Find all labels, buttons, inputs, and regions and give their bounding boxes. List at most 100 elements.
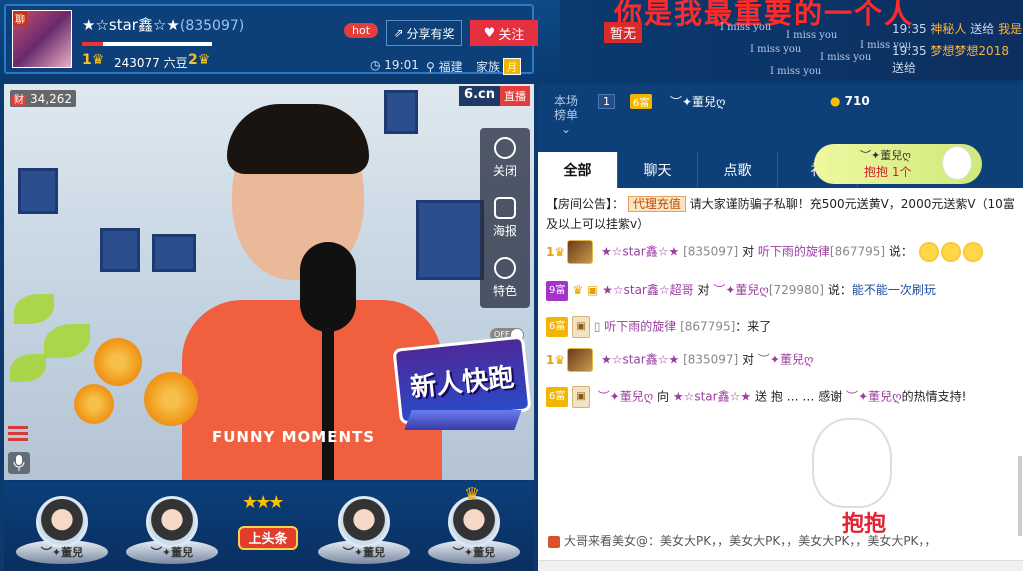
decor-leaf (10, 354, 46, 382)
chat-message: 1♛ ★☆star鑫☆★ [835097] 对 听下雨的旋律[867795] 说… (546, 240, 983, 264)
rank-user-name[interactable]: ︶✦董兒ღ (670, 93, 726, 110)
chat-target[interactable]: 听下雨的旋律 (758, 245, 830, 259)
guest-seat[interactable]: ︶✦董兒 (14, 488, 110, 566)
live-time: ◷ 19:01 (370, 58, 419, 72)
wealth-badge: 财 (12, 95, 26, 106)
chat-panel: 本场榜单 ⌄ 1 6富 ︶✦董兒ღ ● 710 全部 聊天 点歌 礼 ︶✦董兒ღ… (538, 84, 1023, 571)
guest-seat[interactable]: ♛ ︶✦董兒 (426, 484, 522, 566)
heart-icon: ♥ (483, 25, 496, 41)
input-bar[interactable] (538, 560, 1023, 571)
chat-message: 6富 ▣ ︶✦董兒ღ 向 ★☆star鑫☆★ 送 抱 … … 感谢 ︶✦董兒ღ的热… (546, 386, 1016, 408)
user-avatar[interactable] (567, 240, 594, 264)
tool-label: 关闭 (492, 164, 517, 178)
system-note-text: 大哥来看美女@：美女大PK，，美女大PK，，美女大PK，，美女大PK，， (564, 534, 937, 548)
decor-flower (94, 338, 142, 386)
decor-flower (144, 372, 198, 426)
wealth-level-badge: 6富 (546, 317, 569, 337)
chat-target[interactable]: ★☆star鑫☆★ (673, 390, 751, 404)
level-crown: 1♛ (546, 244, 566, 259)
chat-uid: [835097] (683, 352, 739, 367)
rank-title[interactable]: 本场榜单 ⌄ (552, 94, 580, 136)
ticker-target[interactable]: 我是 (998, 22, 1022, 36)
level-left-num: 1 (82, 52, 92, 68)
poster-button[interactable]: 海报 (480, 188, 530, 248)
ticker-text: 送给 (970, 22, 995, 36)
chevron-down-icon: ⌄ (560, 122, 572, 136)
missyou-text: I miss you (720, 22, 772, 33)
tab-songs[interactable]: 点歌 (698, 152, 778, 188)
chat-badge: 聊 (13, 11, 27, 26)
crown-icon: ♛ (91, 52, 105, 68)
anchor-avatar[interactable]: 聊 (12, 10, 72, 68)
hot-badge[interactable]: hot (344, 23, 379, 38)
chat-target-uid: [729980] (768, 283, 824, 297)
hug-gift-animation: 抱抱 (802, 418, 912, 548)
wall-picture (100, 228, 140, 272)
mic-icon[interactable] (8, 452, 30, 474)
share-button[interactable]: ⇗ 分享有奖 (386, 20, 462, 46)
promo-base (404, 410, 522, 430)
emoji-icon (962, 242, 983, 262)
chat-user[interactable]: 听下雨的旋律 (604, 320, 676, 334)
headline-button[interactable]: ★★★ 上头条 (234, 492, 304, 562)
ticker-user[interactable]: 梦想梦想2018 (930, 44, 1009, 58)
level-left: 1♛ (82, 52, 104, 68)
chat-user[interactable]: ★☆star鑫☆★ (601, 353, 679, 367)
missyou-text: I miss you (750, 44, 802, 55)
chat-user[interactable]: ★☆star鑫☆★ (601, 245, 679, 259)
location-text: 福建 (438, 60, 463, 74)
decor-leaf (14, 294, 54, 324)
guest-name: ︶✦董兒 (150, 546, 194, 559)
chat-target[interactable]: ︶✦董兒ღ (758, 353, 814, 367)
tab-all[interactable]: 全部 (538, 152, 618, 188)
tool-label: 特色 (492, 284, 517, 298)
chat-user[interactable]: ★☆star鑫☆超哥 (602, 283, 694, 297)
menu-icon[interactable] (8, 426, 28, 446)
crown-icon: ♛ (464, 484, 481, 505)
guest-avatar (338, 496, 390, 548)
power-icon (494, 137, 516, 159)
share-icon: ⇗ (393, 26, 404, 40)
chat-target[interactable]: ︶✦董兒ღ (713, 283, 769, 297)
chat-message: 9富 ♛ ▣ ★☆star鑫☆超哥 对 ︶✦董兒ღ[729980] 说：能不能一次… (546, 280, 936, 301)
chat-thanks-user[interactable]: ︶✦董兒ღ (846, 390, 902, 404)
level-num: 1 (546, 244, 555, 259)
follow-label: 关注 (498, 27, 525, 43)
live-video[interactable]: FUNNY MOMENTS 财 34,262 6.cn 直播 关闭 海报 特色 OF… (4, 84, 534, 480)
site-logo: 6.cn 直播 (459, 86, 530, 106)
chat-user[interactable]: ︶✦董兒ღ (598, 390, 654, 404)
anchor-name-text: ★☆star鑫☆★ (82, 16, 180, 34)
cat-icon (812, 418, 892, 508)
family-label[interactable]: 家族 (476, 58, 500, 75)
feature-button[interactable]: 特色 (480, 248, 530, 308)
chat-to: 对 (742, 352, 755, 367)
missyou-text: I miss you (786, 30, 838, 41)
logo-text: 6.cn (459, 86, 500, 106)
rank-number: 1 (598, 94, 615, 109)
ticker-text: 送给 (892, 61, 917, 75)
hug-popup[interactable]: ︶✦董兒ღ 抱抱 1个 (814, 144, 982, 184)
room-header: 聊 ★☆star鑫☆★(835097) 1♛ 243077 六豆 2♛ hot … (0, 0, 1023, 80)
stars-icon: ★★★ (242, 492, 284, 513)
level-num: 1 (546, 352, 555, 367)
rank-title-text: 本场榜单 (553, 94, 578, 122)
missyou-text: I miss you (770, 66, 822, 77)
tab-chat[interactable]: 聊天 (618, 152, 698, 188)
rank-coins: ● 710 (830, 94, 870, 108)
share-label: 分享有奖 (406, 26, 455, 41)
streamer: FUNNY MOMENTS (182, 104, 442, 480)
ticker-line: 19:35 梦想梦想2018 送给 (892, 42, 1023, 76)
guest-seat[interactable]: ︶✦董兒 (316, 488, 412, 566)
user-avatar[interactable] (567, 348, 594, 372)
recharge-agent-button[interactable]: 代理充值 (627, 196, 686, 212)
chat-scrollbar[interactable] (1018, 456, 1022, 536)
level-progress-fill (82, 42, 103, 46)
live-time-text: 19:01 (384, 58, 419, 72)
chat-to: 对 (742, 244, 755, 259)
close-video-button[interactable]: 关闭 (480, 128, 530, 188)
follow-button[interactable]: ♥ 关注 (470, 20, 538, 46)
guest-seat[interactable]: ︶✦董兒 (124, 488, 220, 566)
wealth-level-badge: 6富 (630, 94, 653, 109)
ticker-user[interactable]: 神秘人 (930, 22, 966, 36)
anchor-info-panel: 聊 ★☆star鑫☆★(835097) 1♛ 243077 六豆 2♛ hot … (4, 4, 538, 75)
